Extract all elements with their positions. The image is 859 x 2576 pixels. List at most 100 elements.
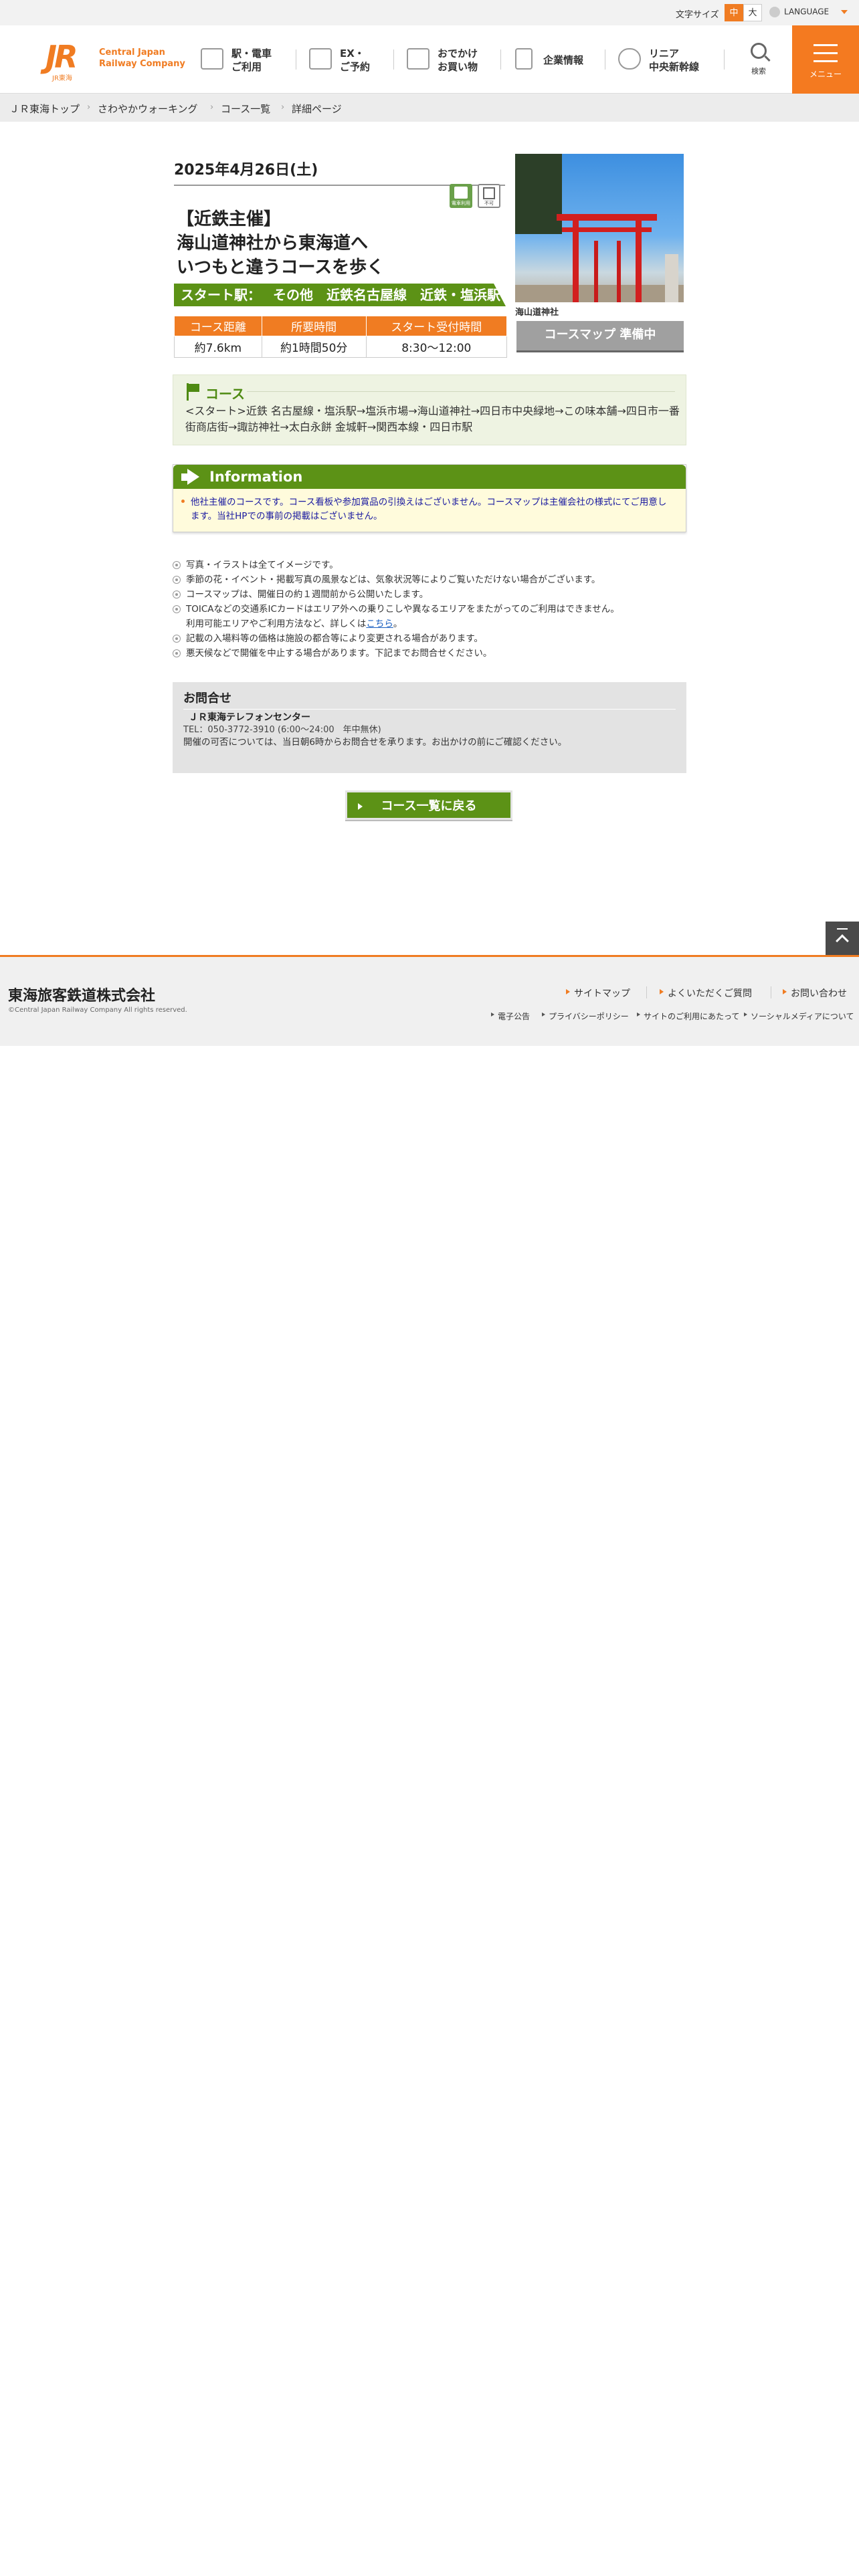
course-heading: コース [205,386,245,402]
language-selector[interactable]: LANGUAGE [769,7,848,17]
search-button[interactable]: 検索 [744,40,773,80]
shopping-icon [407,48,430,70]
note-item: 記載の入場料等の価格は施設の都合等により変更される場合があります。 [173,631,688,646]
arrow-right-icon [358,803,363,810]
breadcrumb-course-list[interactable]: コース一覧 [221,102,270,116]
table-header-distance: コース距離 [174,316,262,336]
note-text: 記載の入場料等の価格は施設の都合等により変更される場合があります。 [186,633,483,644]
note-text: TOICAなどの交通系ICカードはエリア外への乗りこしや異なるエリアをまたがって… [186,604,619,615]
note-text: コースマップは、開催日の約１週間前から公開いたします。 [186,589,429,600]
note-bullet-icon [173,561,181,569]
train-station-icon [201,48,223,70]
logo-en-line1: Central Japan [99,47,165,58]
menu-button[interactable]: メニュー [792,25,859,94]
stone-lantern [665,254,678,302]
footer-link-contact[interactable]: お問い合わせ [783,986,847,1000]
font-size-large-button[interactable]: 大 [743,4,762,21]
nav-label: 企業情報 [543,54,584,66]
ex-reserve-icon [309,48,332,70]
nav-linear-shinkansen[interactable]: リニア 中央新幹線 [618,43,719,76]
information-body: 他社主催のコースです。コース看板や参加賞品の引換えはございません。コースマップは… [173,489,686,532]
building-icon [515,48,533,70]
menu-label: メニュー [809,70,842,79]
title-line: 【近鉄主催】 [177,209,282,229]
event-title: 【近鉄主催】 海山道神社から東海道へ いつもと違うコースを歩く [177,207,504,280]
nav-ex-reserve[interactable]: EX・ ご予約 [309,43,389,76]
start-station-label: スタート駅： [181,287,261,303]
utility-bar: 文字サイズ 中 大 LANGUAGE [0,0,859,25]
nav-divider [500,49,501,70]
footer-sublink-public-notice[interactable]: 電子公告 [491,1010,530,1022]
note-bullet-icon [173,635,181,643]
bullet-icon [181,500,185,503]
page-top-bar-icon [837,928,848,930]
table-header-duration: 所要時間 [261,316,367,336]
note-text: 。 [393,619,403,629]
note-item: TOICAなどの交通系ICカードはエリア外への乗りこしや異なるエリアをまたがって… [173,602,688,631]
footer-sublink-social-media[interactable]: ソーシャルメディアについて [744,1010,854,1022]
note-bullet-icon [173,605,181,613]
ic-card-details-link[interactable]: こちら [366,619,393,629]
table-header-reception: スタート受付時間 [365,316,508,336]
logo-en-line2: Railway Company [99,59,185,69]
walker-icon [454,187,468,199]
breadcrumb-detail-page: 詳細ページ [292,103,342,115]
nav-outing-shopping[interactable]: おでかけ お買い物 [407,43,494,76]
logo-sub: JR東海 [52,75,72,82]
nav-company-info[interactable]: 企業情報 [515,43,595,76]
breadcrumb-sawayaka-walking[interactable]: さわやかウォーキング [98,102,198,116]
jr-central-logo[interactable]: JR JR東海 Central Japan Railway Company [45,39,193,82]
search-icon-handle [764,55,771,62]
footer-link-faq[interactable]: よくいただくご質問 [660,986,752,1000]
note-text: 写真・イラストは全てイメージです。 [186,560,339,570]
contact-center-name: ＪＲ東海テレフォンセンター [189,712,310,723]
breadcrumb: ＪＲ東海トップ › さわやかウォーキング › コース一覧 › 詳細ページ [0,94,859,122]
photo-ground [515,285,684,302]
hamburger-icon [814,44,838,46]
linear-train-icon [618,48,641,70]
footer-sublink-privacy[interactable]: プライバシーポリシー [542,1010,629,1022]
nav-label: 駅・電車 ご利用 [231,47,272,73]
footer-link-sitemap[interactable]: サイトマップ [566,986,630,1000]
course-map-button[interactable]: コースマップ 準備中 [516,321,684,350]
not-available-badge: 不可 [478,184,500,208]
footer-sublink-terms[interactable]: サイトのご利用にあたって [637,1010,739,1022]
megaphone-cone [187,469,199,485]
footer-company-name: 東海旅客鉄道株式会社 [8,988,156,1004]
photo-caption: 海山道神社 [515,308,559,318]
contact-heading: お問合せ [183,689,676,710]
globe-icon [769,7,780,17]
title-line: 海山道神社から東海道へ [177,233,369,253]
flag-icon [187,383,200,401]
note-bullet-icon [173,576,181,584]
note-item: 写真・イラストは全てイメージです。 [173,558,688,572]
information-section: Information 他社主催のコースです。コース看板や参加賞品の引換えはござ… [173,464,686,532]
breadcrumb-separator-icon: › [87,102,91,112]
breadcrumb-separator-icon: › [281,102,285,112]
logo-english: Central Japan Railway Company [99,47,199,70]
page-top-button[interactable] [826,922,859,955]
back-to-course-list-button[interactable]: コース一覧に戻る [345,790,512,820]
note-item: コースマップは、開催日の約１週間前から公開いたします。 [173,587,688,602]
torii-pillar [617,241,621,302]
hamburger-icon-line [814,52,838,54]
site-header: JR JR東海 Central Japan Railway Company 駅・… [0,25,859,94]
shrine-photo [515,154,684,302]
note-item: 季節の花・イベント・掲載写真の風景などは、気象状況等によりご覧いただけない場合が… [173,572,688,587]
badge-label: 不可 [484,201,494,206]
search-label: 検索 [751,67,766,76]
megaphone-icon [181,469,201,485]
font-size-medium-button[interactable]: 中 [725,4,743,21]
torii-pillar [636,221,642,302]
information-text: 他社主催のコースです。コース看板や参加賞品の引換えはございません。コースマップは… [191,497,667,522]
nav-station-train[interactable]: 駅・電車 ご利用 [201,43,294,76]
table-value-duration: 約1時間50分 [261,336,367,358]
start-station-value: その他 近鉄名古屋線 近鉄・塩浜駅 [273,287,500,303]
chevron-down-icon [841,10,848,14]
breadcrumb-jr-top[interactable]: ＪＲ東海トップ [9,102,80,116]
contact-phone: TEL：050-3772-3910 (6:00～24:00 年中無休) [183,725,381,735]
note-bullet-icon [173,591,181,599]
badge-label: 電車利用 [452,201,470,206]
note-text: 利用可能エリアやご利用方法など、詳しくは [186,619,367,629]
nav-label: おでかけ お買い物 [438,47,478,73]
